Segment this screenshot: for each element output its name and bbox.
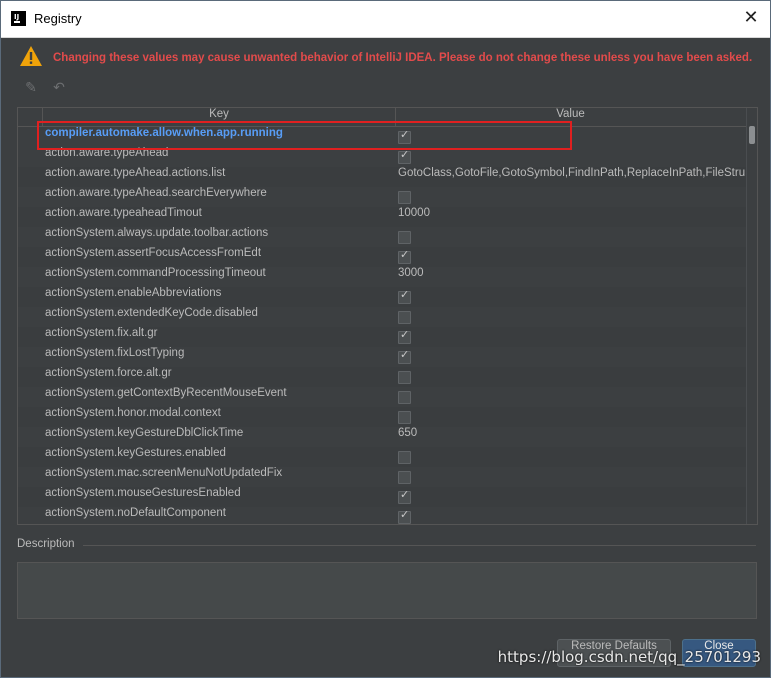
registry-key: actionSystem.keyGestures.enabled (45, 447, 226, 459)
value-text[interactable]: GotoClass,GotoFile,GotoSymbol,FindInPath… (398, 167, 746, 187)
intellij-app-icon: IJ (11, 11, 26, 26)
scrollbar-thumb[interactable] (749, 126, 755, 144)
table-row[interactable]: actionSystem.always.update.toolbar.actio… (18, 227, 746, 247)
table-row[interactable]: actionSystem.assertFocusAccessFromEdt ✓ (18, 247, 746, 267)
registry-key: actionSystem.fixLostTyping (45, 347, 185, 359)
value-checkbox[interactable] (398, 391, 411, 404)
registry-key: actionSystem.extendedKeyCode.disabled (45, 307, 258, 319)
checkmark-icon: ✓ (400, 248, 410, 261)
table-row[interactable]: actionSystem.fix.alt.gr ✓ (18, 327, 746, 347)
annotation-highlight-box (37, 121, 572, 150)
value-checkbox[interactable] (398, 371, 411, 384)
table-row[interactable]: actionSystem.noDefaultComponent ✓ (18, 507, 746, 524)
vertical-scrollbar[interactable] (746, 108, 757, 524)
registry-key: actionSystem.always.update.toolbar.actio… (45, 227, 269, 239)
title-bar: IJ Registry ✕ (1, 1, 770, 38)
table-row[interactable]: actionSystem.fixLostTyping ✓ (18, 347, 746, 367)
value-checkbox[interactable]: ✓ (398, 148, 411, 164)
checkmark-icon: ✓ (400, 148, 410, 161)
warning-text: Changing these values may cause unwanted… (53, 52, 753, 64)
table-row[interactable]: action.aware.typeAhead.searchEverywhere (18, 187, 746, 207)
registry-key: actionSystem.commandProcessingTimeout (45, 267, 266, 279)
registry-key: actionSystem.getContextByRecentMouseEven… (45, 387, 287, 399)
table-row[interactable]: action.aware.typeaheadTimout 10000 (18, 207, 746, 227)
table-row[interactable]: actionSystem.enableAbbreviations ✓ (18, 287, 746, 307)
registry-key: action.aware.typeAhead.searchEverywhere (45, 187, 267, 199)
value-text[interactable]: 10000 (398, 207, 746, 227)
pencil-icon[interactable]: ✎ (23, 80, 39, 96)
checkmark-icon: ✓ (400, 348, 410, 361)
table-row[interactable]: actionSystem.force.alt.gr (18, 367, 746, 387)
table-row[interactable]: actionSystem.keyGestureDblClickTime 650 (18, 427, 746, 447)
checkmark-icon: ✓ (400, 288, 410, 301)
table-body: compiler.automake.allow.when.app.running… (18, 127, 746, 524)
description-textarea[interactable] (17, 562, 757, 619)
value-checkbox[interactable] (398, 411, 411, 424)
checkmark-icon: ✓ (400, 488, 410, 501)
value-checkbox[interactable]: ✓ (398, 288, 411, 304)
value-checkbox[interactable]: ✓ (398, 328, 411, 344)
table-row[interactable]: actionSystem.mac.screenMenuNotUpdatedFix (18, 467, 746, 487)
registry-key: action.aware.typeAhead (45, 147, 169, 159)
registry-key: actionSystem.honor.modal.context (45, 407, 221, 419)
table-row[interactable]: actionSystem.getContextByRecentMouseEven… (18, 387, 746, 407)
registry-key: action.aware.typeAhead.actions.list (45, 167, 226, 179)
warning-banner: Changing these values may cause unwanted… (19, 45, 759, 73)
table-row[interactable]: action.aware.typeAhead ✓ (18, 147, 746, 167)
description-separator (83, 545, 756, 546)
registry-key: actionSystem.mac.screenMenuNotUpdatedFix (45, 467, 283, 479)
table-row[interactable]: actionSystem.commandProcessingTimeout 300… (18, 267, 746, 287)
checkmark-icon: ✓ (400, 508, 410, 521)
table-row[interactable]: actionSystem.honor.modal.context (18, 407, 746, 427)
table-row[interactable]: actionSystem.keyGestures.enabled (18, 447, 746, 467)
registry-key: actionSystem.mouseGesturesEnabled (45, 487, 241, 499)
table-row[interactable]: action.aware.typeAhead.actions.list GotoC… (18, 167, 746, 187)
registry-key: actionSystem.fix.alt.gr (45, 327, 158, 339)
registry-key: actionSystem.assertFocusAccessFromEdt (45, 247, 262, 259)
value-checkbox[interactable]: ✓ (398, 348, 411, 364)
value-checkbox[interactable] (398, 451, 411, 464)
table-row[interactable]: actionSystem.mouseGesturesEnabled ✓ (18, 487, 746, 507)
value-text[interactable]: 650 (398, 427, 746, 447)
value-checkbox[interactable] (398, 231, 411, 244)
registry-key: action.aware.typeaheadTimout (45, 207, 202, 219)
window-title: Registry (34, 11, 82, 26)
registry-key: actionSystem.enableAbbreviations (45, 287, 222, 299)
value-text[interactable]: 3000 (398, 267, 746, 287)
watermark-text: https://blog.csdn.net/qq_25701293 (497, 648, 761, 666)
registry-key: actionSystem.noDefaultComponent (45, 507, 226, 519)
value-checkbox[interactable] (398, 191, 411, 204)
registry-key: actionSystem.force.alt.gr (45, 367, 172, 379)
value-checkbox[interactable]: ✓ (398, 508, 411, 524)
value-checkbox[interactable] (398, 471, 411, 484)
checkmark-icon: ✓ (400, 328, 410, 341)
registry-dialog: IJ Registry ✕ Changing these values may … (0, 0, 771, 678)
value-checkbox[interactable]: ✓ (398, 248, 411, 264)
value-checkbox[interactable]: ✓ (398, 488, 411, 504)
warning-triangle-icon (20, 46, 42, 66)
value-checkbox[interactable] (398, 311, 411, 324)
registry-table: Key Value compiler.automake.allow.when.a… (17, 107, 758, 525)
close-window-icon[interactable]: ✕ (740, 7, 762, 29)
description-label: Description (17, 538, 75, 550)
table-row[interactable]: actionSystem.extendedKeyCode.disabled (18, 307, 746, 327)
undo-icon[interactable]: ↶ (51, 80, 67, 96)
registry-key: actionSystem.keyGestureDblClickTime (45, 427, 244, 439)
